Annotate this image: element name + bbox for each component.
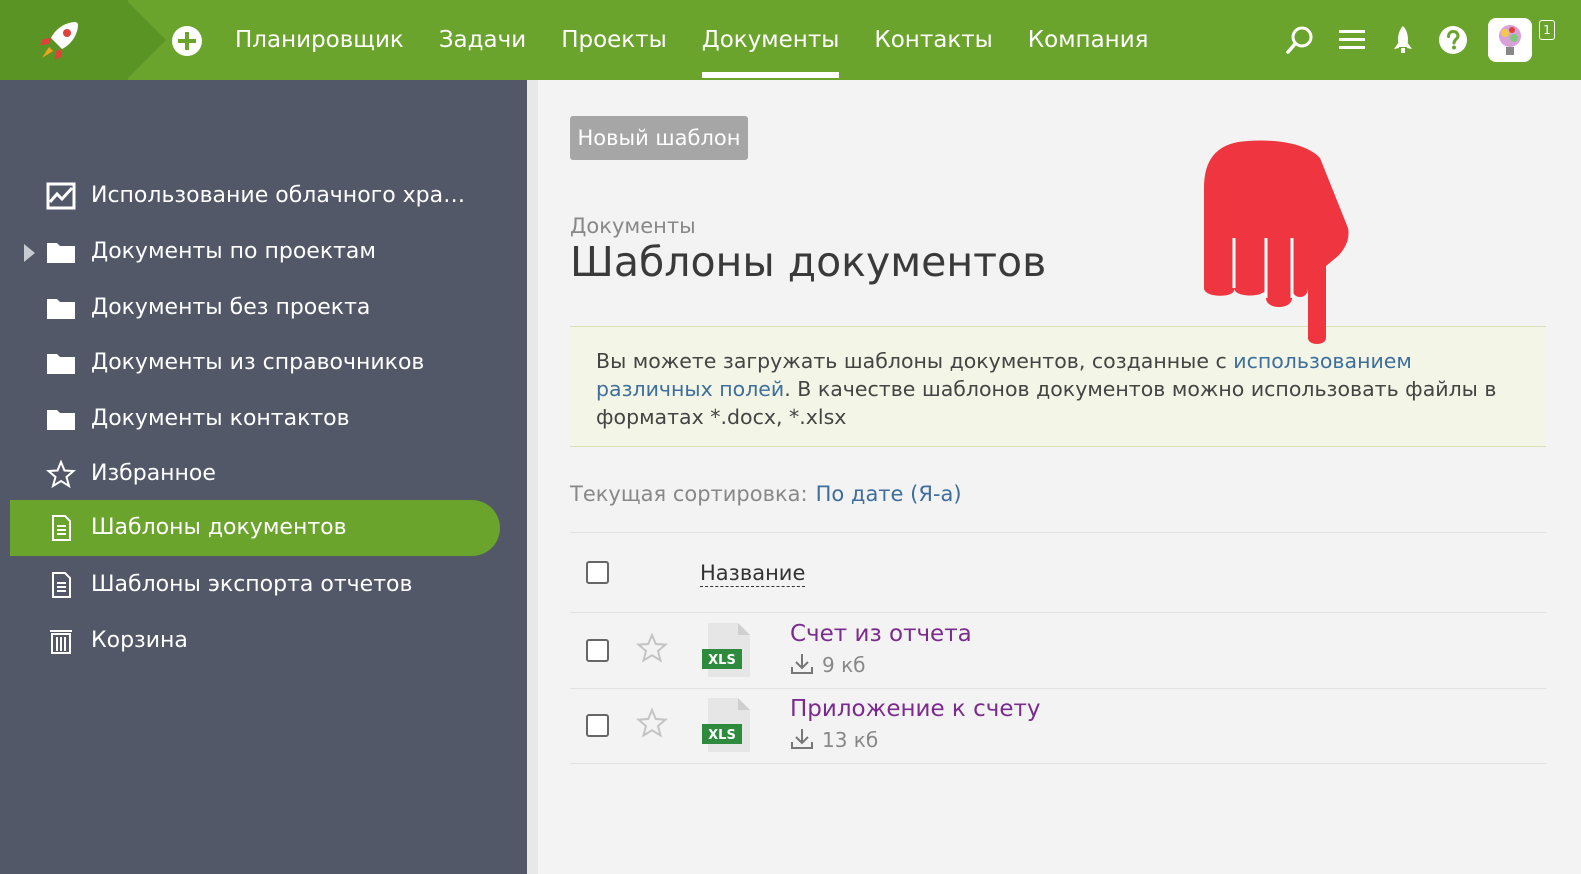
sidebar-item-label: Документы без проекта <box>91 295 371 320</box>
nav-documents[interactable]: Документы <box>701 0 839 80</box>
sidebar-item-document-templates[interactable]: Шаблоны документов <box>10 500 500 556</box>
divider <box>570 532 1546 533</box>
sidebar-item-label: Шаблоны экспорта отчетов <box>91 572 413 597</box>
sort-label: Текущая сортировка: <box>570 482 808 506</box>
page-title: Шаблоны документов <box>570 238 1047 286</box>
divider <box>570 763 1546 764</box>
file-name-link[interactable]: Счет из отчета <box>790 621 972 647</box>
xls-file-icon: XLS <box>702 623 750 677</box>
sidebar-item-label: Корзина <box>91 628 188 653</box>
menu-icon[interactable] <box>1336 24 1368 56</box>
fields-help-link-cont[interactable]: различных полей <box>596 377 784 401</box>
sidebar-item-favorites[interactable]: Избранное <box>10 446 500 502</box>
expand-caret-icon[interactable] <box>24 244 35 262</box>
download-icon[interactable] <box>790 728 814 750</box>
trash-icon <box>50 630 72 654</box>
sidebar-item-trash[interactable]: Корзина <box>10 613 500 669</box>
sidebar-item-reference-documents[interactable]: Документы из справочников <box>10 335 500 391</box>
folder-icon <box>47 410 75 430</box>
file-size: 9 кб <box>790 653 866 677</box>
info-text: форматах *.docx, *.xlsx <box>596 405 847 429</box>
sidebar-item-label: Документы по проектам <box>91 239 377 264</box>
sidebar-item-label: Избранное <box>91 461 216 486</box>
notification-badge[interactable]: 1 <box>1539 20 1555 40</box>
sidebar-item-project-documents[interactable]: Документы по проектам <box>10 224 500 280</box>
sidebar-item-label: Использование облачного хра… <box>91 183 466 208</box>
file-size-value: 9 кб <box>822 653 866 677</box>
rocket-logo-icon <box>40 22 78 60</box>
folder-icon <box>47 354 75 374</box>
new-template-button[interactable]: Новый шаблон <box>570 116 748 160</box>
sort-selector[interactable]: По дате (Я-а) <box>816 482 962 506</box>
document-icon <box>52 515 71 541</box>
logo-arrow-shape <box>126 0 166 80</box>
search-icon[interactable] <box>1284 24 1316 56</box>
logo-area[interactable] <box>0 0 128 80</box>
file-type-label: XLS <box>708 728 736 743</box>
info-text: Вы можете загружать шаблоны документов, … <box>596 349 1234 373</box>
info-notice: Вы можете загружать шаблоны документов, … <box>570 326 1546 447</box>
main-nav: Планировщик Задачи Проекты Документы Кон… <box>235 0 1184 80</box>
file-size-value: 13 кб <box>822 728 879 752</box>
nav-contacts[interactable]: Контакты <box>874 0 992 80</box>
info-text: . В качестве шаблонов документов можно и… <box>784 377 1497 401</box>
chart-icon <box>46 182 76 210</box>
sidebar-item-cloud-usage[interactable]: Использование облачного хра… <box>10 168 500 224</box>
column-header-name[interactable]: Название <box>700 560 806 587</box>
favorite-star-icon[interactable] <box>636 707 668 739</box>
select-all-checkbox[interactable] <box>586 561 609 584</box>
file-name-link[interactable]: Приложение к счету <box>790 696 1041 722</box>
divider <box>570 688 1546 689</box>
top-navigation-bar: Планировщик Задачи Проекты Документы Кон… <box>0 0 1581 80</box>
folder-icon <box>47 243 75 263</box>
download-icon[interactable] <box>790 653 814 675</box>
user-avatar[interactable] <box>1488 18 1532 62</box>
fields-help-link[interactable]: использованием <box>1233 349 1412 373</box>
favorite-star-icon[interactable] <box>636 632 668 664</box>
main-content <box>527 80 1581 874</box>
nav-planner[interactable]: Планировщик <box>235 0 404 80</box>
sidebar-item-label: Шаблоны документов <box>91 515 347 540</box>
help-icon[interactable] <box>1437 24 1469 56</box>
nav-company[interactable]: Компания <box>1028 0 1149 80</box>
add-new-button[interactable] <box>172 26 202 56</box>
sort-row: Текущая сортировка: По дате (Я-а) <box>570 482 962 506</box>
divider <box>570 612 1546 613</box>
sidebar-item-label: Документы контактов <box>91 406 350 431</box>
row-checkbox[interactable] <box>586 714 609 737</box>
rocket-icon[interactable] <box>1387 24 1419 56</box>
row-checkbox[interactable] <box>586 639 609 662</box>
sidebar-item-no-project[interactable]: Документы без проекта <box>10 280 500 336</box>
sidebar-item-label: Документы из справочников <box>91 350 425 375</box>
xls-file-icon: XLS <box>702 698 750 752</box>
file-size: 13 кб <box>790 728 878 752</box>
avatar-image <box>1499 25 1521 55</box>
file-type-label: XLS <box>708 653 736 668</box>
nav-tasks[interactable]: Задачи <box>439 0 526 80</box>
pointing-hand-icon <box>1204 140 1349 344</box>
star-icon <box>46 460 76 488</box>
folder-icon <box>47 299 75 319</box>
sidebar-item-contact-documents[interactable]: Документы контактов <box>10 391 500 447</box>
breadcrumb[interactable]: Документы <box>570 214 696 238</box>
document-icon <box>52 572 71 598</box>
nav-projects[interactable]: Проекты <box>561 0 667 80</box>
sidebar-item-report-export-templates[interactable]: Шаблоны экспорта отчетов <box>10 557 500 613</box>
